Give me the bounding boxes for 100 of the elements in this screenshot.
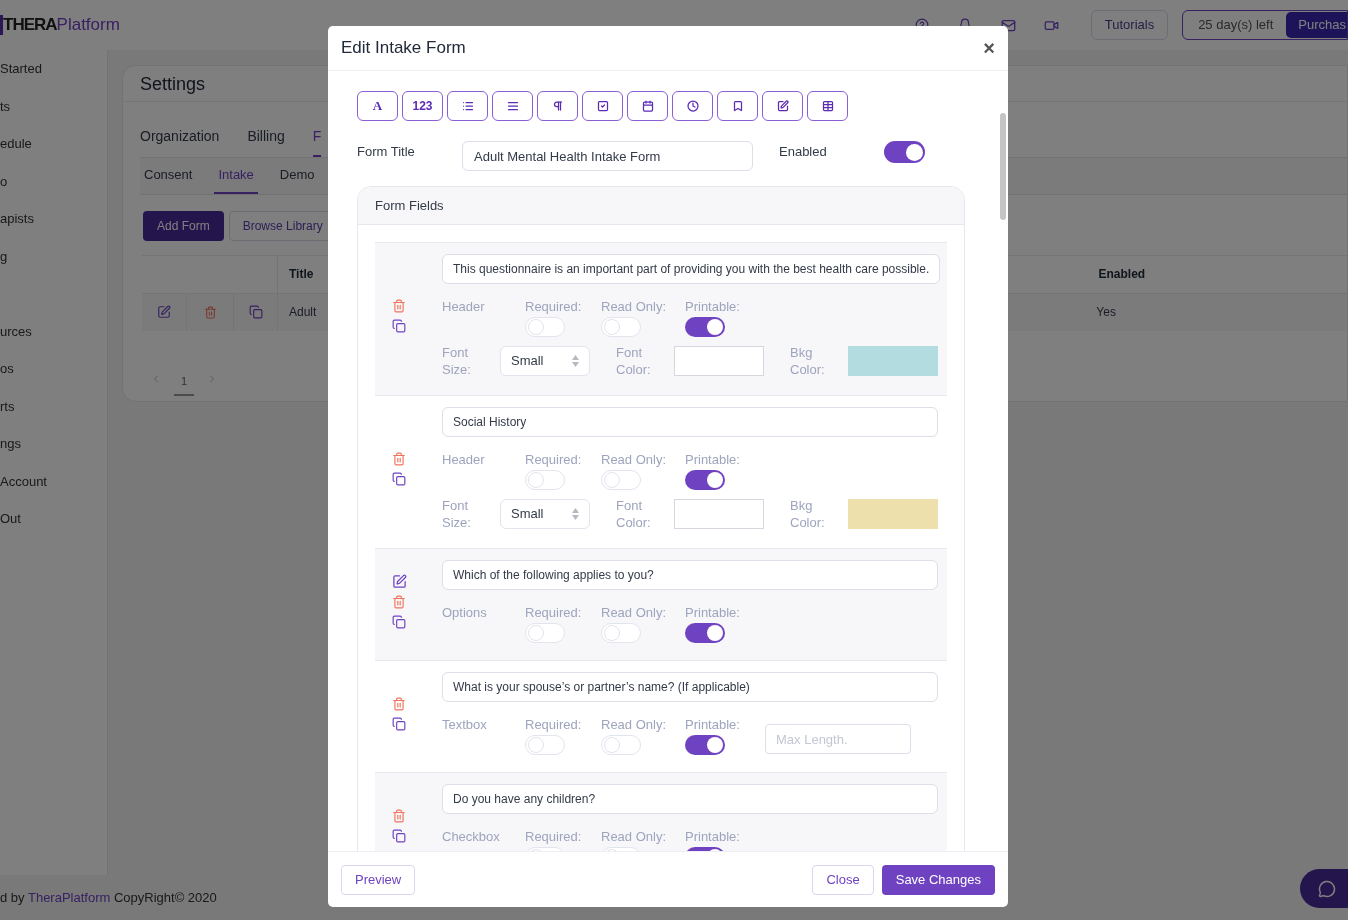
toggle-switch[interactable]	[685, 470, 725, 490]
toolbar-button[interactable]	[537, 91, 578, 121]
copy-icon[interactable]	[392, 828, 406, 843]
copy-icon[interactable]	[392, 472, 406, 486]
sidebar-item[interactable]: ngs	[0, 435, 107, 473]
question-field[interactable]: What is your spouse’s or partner’s name? (If applicable)	[442, 672, 938, 702]
close-button[interactable]: ×	[983, 38, 995, 58]
trash-icon[interactable]	[392, 808, 406, 823]
max-length-field[interactable]: Max Length.	[765, 724, 911, 754]
sidebar-item[interactable]: apists	[0, 210, 107, 248]
toggle-switch[interactable]	[685, 623, 725, 643]
close-button[interactable]: Close	[812, 864, 874, 895]
toolbar-button[interactable]	[807, 91, 848, 121]
tutorials-button[interactable]: Tutorials	[1090, 10, 1169, 40]
background-color-label: Bkg Color:	[790, 497, 826, 531]
form-subtab[interactable]: Demo	[275, 158, 319, 194]
toggle-label: Required:	[525, 828, 583, 845]
toggle-switch[interactable]	[685, 317, 725, 337]
preview-button[interactable]: Preview	[341, 864, 416, 895]
toolbar-button[interactable]	[672, 91, 713, 121]
font-size-select[interactable]: Small	[500, 346, 590, 376]
mail-icon[interactable]	[1000, 17, 1016, 33]
sidebar-item[interactable]: urces	[0, 322, 107, 360]
copy-icon[interactable]	[392, 319, 406, 333]
field-type-label: Checkbox	[442, 828, 501, 845]
toggle-label: Printable:	[685, 716, 741, 733]
font-color-field[interactable]	[674, 499, 764, 529]
trial-label: 25 day(s) left	[1198, 16, 1274, 35]
question-field[interactable]: Which of the following applies to you?	[442, 560, 938, 590]
toolbar-button[interactable]: 123	[402, 91, 443, 121]
edit-icon[interactable]	[157, 305, 171, 319]
sidebar-item[interactable]: Account	[0, 472, 107, 510]
toolbar-button[interactable]	[762, 91, 803, 121]
sidebar-item[interactable]: Started	[0, 60, 107, 98]
sidebar-item[interactable]: g	[0, 247, 107, 285]
copy-icon[interactable]	[392, 716, 406, 731]
trash-icon[interactable]	[392, 595, 406, 609]
toggle-switch[interactable]	[525, 470, 565, 490]
settings-tab[interactable]: Billing	[247, 126, 285, 157]
toggle-label: Read Only:	[601, 716, 668, 733]
sidebar-item[interactable]: ts	[0, 97, 107, 135]
toggle-switch[interactable]	[601, 735, 641, 755]
table-icon	[821, 100, 834, 112]
toggle-switch[interactable]	[525, 623, 565, 643]
sidebar-item[interactable]: os	[0, 360, 107, 398]
font-color-label: Font Color:	[616, 497, 652, 531]
toolbar-button[interactable]: A	[357, 91, 398, 121]
panel-title: Form Fields	[375, 196, 444, 215]
form-subtab[interactable]: Consent	[140, 158, 197, 194]
toggle-switch[interactable]	[525, 735, 565, 755]
toggle-label: Printable:	[685, 604, 741, 621]
trash-icon[interactable]	[392, 696, 406, 711]
toggle-switch[interactable]	[884, 141, 925, 163]
page-title: Settings	[140, 73, 206, 96]
form-subtab[interactable]: Intake	[214, 158, 258, 194]
copy-icon[interactable]	[248, 305, 263, 319]
align-justify-icon	[506, 100, 519, 112]
toolbar-button[interactable]	[717, 91, 758, 121]
sidebar-item[interactable]: Out	[0, 510, 107, 548]
font-size-select[interactable]: Small	[500, 499, 590, 529]
trash-icon[interactable]	[392, 299, 406, 313]
add-form-button[interactable]: Add Form	[143, 210, 224, 241]
toggle-switch[interactable]	[601, 470, 641, 490]
trash-icon[interactable]	[203, 305, 217, 319]
edit-icon[interactable]	[391, 574, 407, 589]
toggle-label: Required:	[525, 604, 583, 621]
copy-icon[interactable]	[392, 615, 406, 629]
toolbar-button[interactable]	[492, 91, 533, 121]
question-field[interactable]: Do you have any children?	[442, 784, 938, 814]
toolbar-button[interactable]	[447, 91, 488, 121]
purchase-button[interactable]: Purchas	[1286, 12, 1347, 38]
toggle-switch[interactable]	[685, 735, 725, 755]
footer-link[interactable]: TheraPlatform	[27, 889, 111, 905]
sidebar-item[interactable]: o	[0, 172, 107, 210]
background-color-field[interactable]	[848, 499, 938, 529]
background-color-field[interactable]	[848, 346, 938, 376]
logo[interactable]: THERAPlatform	[0, 13, 120, 37]
save-changes-button[interactable]: Save Changes	[881, 864, 995, 895]
sidebar-item[interactable]: edule	[0, 135, 107, 173]
toggle-switch[interactable]	[601, 317, 641, 337]
table-cell-text: Yes	[1096, 304, 1116, 321]
toggle-switch[interactable]	[601, 623, 641, 643]
question-field[interactable]: Social History	[442, 407, 938, 437]
field-type-label: Options	[442, 604, 488, 621]
toggle-label: Read Only:	[601, 451, 668, 468]
trash-icon[interactable]	[392, 452, 406, 466]
bookmark-icon	[731, 100, 744, 112]
font-color-field[interactable]	[674, 346, 764, 376]
scrollbar[interactable]	[1000, 113, 1006, 220]
form-title-field[interactable]: Adult Mental Health Intake Form	[462, 141, 753, 171]
page-number[interactable]: 1	[174, 372, 195, 396]
toggle-label: Printable:	[685, 451, 741, 468]
toggle-switch[interactable]	[525, 317, 565, 337]
field-type-label: Header	[442, 451, 486, 468]
toolbar-button[interactable]	[582, 91, 623, 121]
sidebar-item[interactable]: rts	[0, 397, 107, 435]
toolbar-button[interactable]	[627, 91, 668, 121]
question-field[interactable]: This questionnaire is an important part of providing you with the best health care possible.	[442, 254, 941, 284]
edit-icon	[776, 100, 789, 112]
settings-tab[interactable]: Organization	[140, 126, 220, 157]
